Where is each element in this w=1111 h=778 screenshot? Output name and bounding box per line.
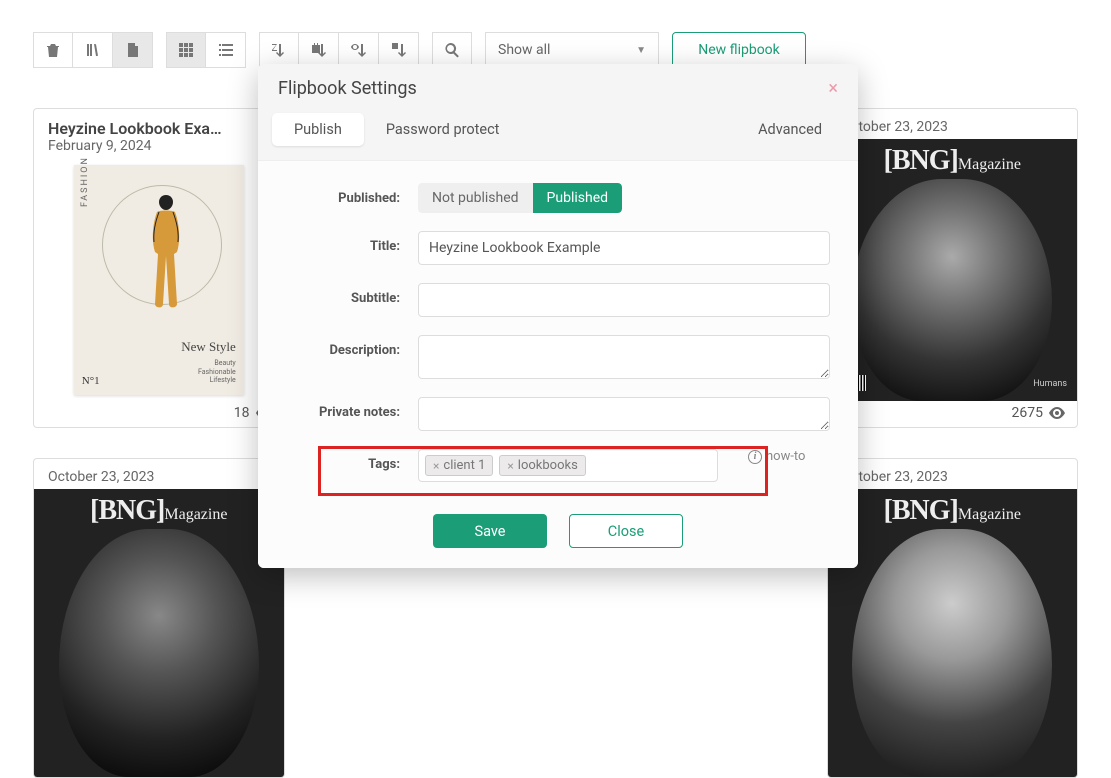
new-flipbook-label: New flipbook [698, 42, 780, 58]
howto-link[interactable]: i how-to [748, 449, 805, 464]
card-thumbnail: [BNG]Magazine [34, 489, 284, 777]
filter-select[interactable]: Show all ▼ [485, 32, 659, 68]
card-date: February 9, 2024 [48, 138, 270, 154]
toolbar-group-filter: Show all ▼ [485, 32, 659, 68]
list-icon[interactable] [206, 32, 246, 68]
card-thumbnail: [BNG]Magazine Humans [828, 139, 1078, 401]
card-date: October 23, 2023 [842, 469, 1064, 485]
modal-tabs: Publish Password protect Advanced [258, 113, 858, 160]
label-title: Title: [286, 231, 418, 254]
tab-publish[interactable]: Publish [272, 113, 364, 146]
tags-input[interactable]: ×client 1 ×lookbooks [418, 449, 718, 482]
card-views: 18 [234, 405, 250, 421]
flipbook-card[interactable]: Heyzine Lookbook Exa… February 9, 2024 F… [33, 108, 285, 428]
card-thumbnail: FASHION TREND New Style Beauty Fashionab… [74, 165, 244, 395]
private-notes-input[interactable] [418, 397, 830, 431]
flipbook-card[interactable]: October 23, 2023 [BNG]Magazine [827, 458, 1079, 778]
toolbar: Show all ▼ New flipbook [33, 32, 1078, 68]
tag-chip[interactable]: ×lookbooks [499, 455, 585, 476]
card-title: Heyzine Lookbook Exa… [48, 119, 270, 138]
tab-advanced[interactable]: Advanced [736, 113, 844, 146]
eye-icon [1049, 407, 1065, 419]
close-icon[interactable]: × [828, 78, 838, 99]
card-date: October 23, 2023 [842, 119, 1064, 135]
toolbar-group-item [33, 32, 153, 68]
sort-views-icon[interactable] [339, 32, 379, 68]
label-description: Description: [286, 335, 418, 358]
label-private-notes: Private notes: [286, 397, 418, 420]
sort-size-icon[interactable] [379, 32, 419, 68]
caret-down-icon: ▼ [636, 45, 646, 56]
tag-chip[interactable]: ×client 1 [425, 455, 493, 476]
flipbook-card[interactable]: October 23, 2023 [BNG]Magazine Humans 26… [827, 108, 1079, 428]
bookshelf-icon[interactable] [73, 32, 113, 68]
label-tags: Tags: [286, 449, 418, 472]
tab-password-protect[interactable]: Password protect [364, 113, 522, 146]
modal-title: Flipbook Settings [278, 78, 417, 99]
save-button[interactable]: Save [433, 514, 547, 548]
label-subtitle: Subtitle: [286, 283, 418, 306]
sort-date-icon[interactable] [299, 32, 339, 68]
toolbar-group-sort [259, 32, 419, 68]
published-toggle[interactable]: Not published Published [418, 183, 622, 213]
title-input[interactable] [418, 231, 830, 265]
toolbar-group-view [166, 32, 246, 68]
trash-icon[interactable] [33, 32, 73, 68]
card-date: October 23, 2023 [48, 469, 270, 485]
card-views: 2675 [1012, 405, 1043, 421]
toggle-published[interactable]: Published [533, 183, 622, 213]
description-input[interactable] [418, 335, 830, 379]
label-published: Published: [286, 183, 418, 206]
info-icon: i [748, 450, 762, 464]
card-thumbnail: [BNG]Magazine [828, 489, 1078, 777]
tag-remove-icon[interactable]: × [433, 459, 439, 473]
close-button[interactable]: Close [569, 514, 683, 548]
settings-modal: Flipbook Settings × Publish Password pro… [258, 64, 858, 568]
page-icon[interactable] [113, 32, 153, 68]
filter-select-label: Show all [498, 42, 550, 58]
toggle-not-published[interactable]: Not published [418, 183, 533, 213]
sort-alpha-icon[interactable] [259, 32, 299, 68]
grid-large-icon[interactable] [166, 32, 206, 68]
tag-remove-icon[interactable]: × [507, 459, 513, 473]
search-icon[interactable] [432, 32, 472, 68]
toolbar-group-search [432, 32, 472, 68]
new-flipbook-button[interactable]: New flipbook [672, 32, 806, 68]
flipbook-card[interactable]: October 23, 2023 [BNG]Magazine [33, 458, 285, 778]
subtitle-input[interactable] [418, 283, 830, 317]
